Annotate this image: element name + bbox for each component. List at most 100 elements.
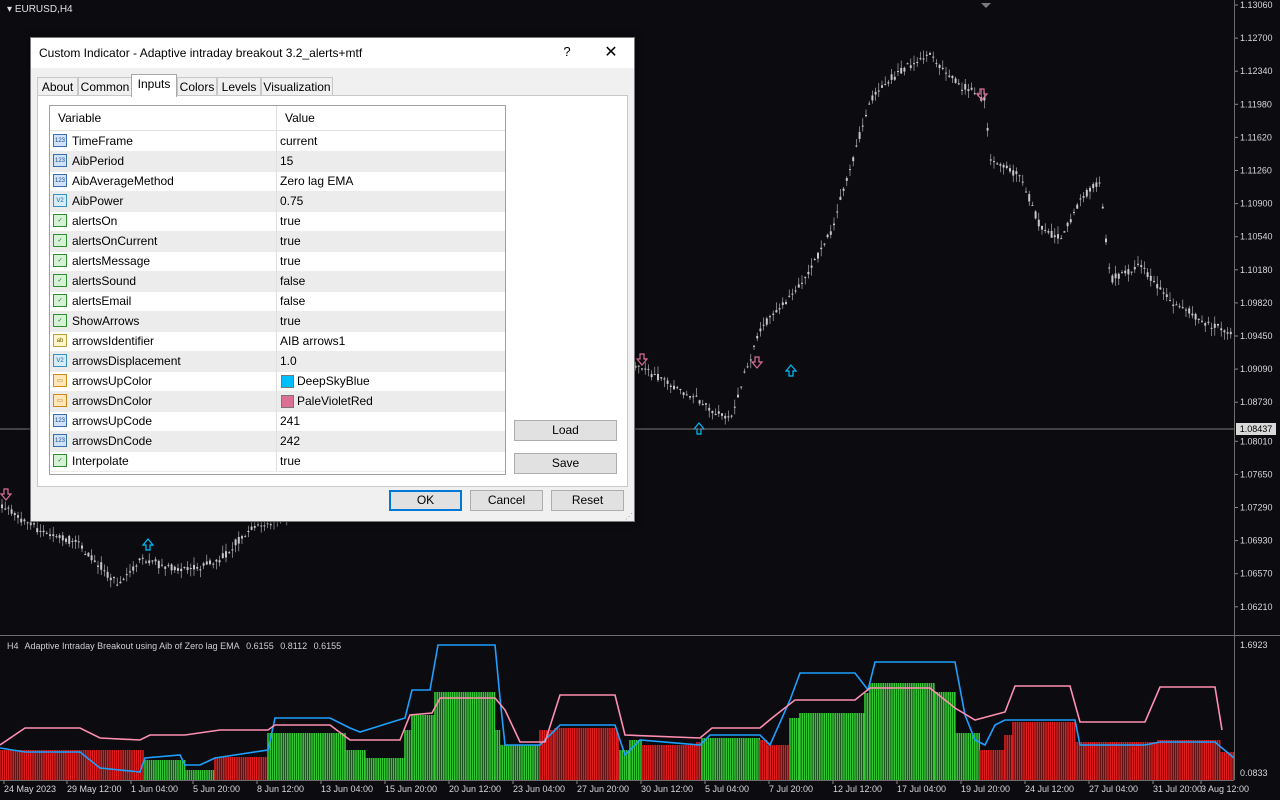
candle-body bbox=[1185, 309, 1187, 311]
candle-body bbox=[1009, 168, 1011, 172]
input-row-arrowsidentifier[interactable]: ab arrowsIdentifier AIB arrows1 bbox=[50, 331, 505, 352]
candle-body bbox=[116, 584, 119, 586]
column-header-variable[interactable]: Variable bbox=[58, 111, 101, 125]
cancel-button[interactable]: Cancel bbox=[470, 490, 543, 511]
variable-value[interactable]: Zero lag EMA bbox=[280, 174, 353, 188]
candle-body bbox=[87, 552, 90, 557]
candle-body bbox=[1012, 170, 1015, 176]
candle-body bbox=[170, 564, 173, 571]
variable-value[interactable]: PaleVioletRed bbox=[297, 394, 373, 408]
variable-value[interactable]: DeepSkyBlue bbox=[297, 374, 370, 388]
inputs-grid[interactable]: Variable Value 123 TimeFrame current 123 Aib… bbox=[49, 105, 506, 475]
variable-value[interactable]: true bbox=[280, 454, 301, 468]
candle-body bbox=[1041, 225, 1043, 230]
candle-body bbox=[26, 522, 29, 524]
candle-body bbox=[205, 561, 208, 565]
tab-levels[interactable]: Levels bbox=[217, 77, 261, 96]
date-tick-label: 19 Jul 20:00 bbox=[961, 784, 1010, 794]
tab-visualization[interactable]: Visualization bbox=[261, 77, 333, 96]
variable-value[interactable]: false bbox=[280, 294, 305, 308]
tab-inputs[interactable]: Inputs bbox=[131, 74, 177, 97]
variable-value[interactable]: 241 bbox=[280, 414, 300, 428]
input-row-arrowsdisplacement[interactable]: V2 arrowsDisplacement 1.0 bbox=[50, 351, 505, 372]
variable-value[interactable]: AIB arrows1 bbox=[280, 334, 345, 348]
input-row-aibaveragemethod[interactable]: 123 AibAverageMethod Zero lag EMA bbox=[50, 171, 505, 192]
price-tick-label: 1.09090 bbox=[1240, 364, 1273, 374]
tab-common[interactable]: Common bbox=[78, 77, 132, 96]
input-row-aibpower[interactable]: V2 AibPower 0.75 bbox=[50, 191, 505, 212]
variable-value[interactable]: true bbox=[280, 254, 301, 268]
candle-body bbox=[228, 552, 231, 554]
input-row-alertsmessage[interactable]: ✓ alertsMessage true bbox=[50, 251, 505, 272]
candle-body bbox=[826, 234, 829, 238]
dialog-title: Custom Indicator - Adaptive intraday bre… bbox=[39, 46, 363, 60]
candle-body bbox=[855, 145, 858, 147]
variable-name: TimeFrame bbox=[72, 134, 133, 148]
price-tick-label: 1.06930 bbox=[1240, 536, 1273, 546]
candle-body bbox=[730, 415, 733, 417]
bool-type-icon: ✓ bbox=[53, 314, 67, 327]
input-row-arrowsdncode[interactable]: 123 arrowsDnCode 242 bbox=[50, 431, 505, 452]
candle-body bbox=[1204, 323, 1207, 326]
chart-menu-icon[interactable]: ▾ bbox=[7, 4, 12, 15]
candle-body bbox=[1133, 266, 1136, 270]
variable-value[interactable]: 15 bbox=[280, 154, 293, 168]
variable-value[interactable]: 242 bbox=[280, 434, 300, 448]
input-row-alertsoncurrent[interactable]: ✓ alertsOnCurrent true bbox=[50, 231, 505, 252]
candle-body bbox=[100, 562, 103, 570]
save-button[interactable]: Save bbox=[514, 453, 617, 474]
input-row-timeframe[interactable]: 123 TimeFrame current bbox=[50, 131, 505, 152]
candle-body bbox=[237, 536, 240, 544]
input-row-alertson[interactable]: ✓ alertsOn true bbox=[50, 211, 505, 232]
input-row-interpolate[interactable]: ✓ Interpolate true bbox=[50, 451, 505, 472]
input-row-showarrows[interactable]: ✓ ShowArrows true bbox=[50, 311, 505, 332]
bool-type-icon: ✓ bbox=[53, 274, 67, 287]
color-swatch[interactable] bbox=[281, 395, 294, 408]
candle-body bbox=[1213, 323, 1216, 328]
scroll-marker-icon[interactable] bbox=[981, 3, 991, 8]
input-row-arrowsupcolor[interactable]: ▭ arrowsUpColor DeepSkyBlue bbox=[50, 371, 505, 392]
candle-body bbox=[692, 396, 695, 398]
load-button[interactable]: Load bbox=[514, 420, 617, 441]
candle-body bbox=[1034, 211, 1037, 219]
variable-value[interactable]: true bbox=[280, 234, 301, 248]
bool-type-icon: ✓ bbox=[53, 234, 67, 247]
sub-axis-top: 1.6923 bbox=[1240, 640, 1268, 650]
variable-value[interactable]: true bbox=[280, 314, 301, 328]
candle-body bbox=[1114, 273, 1117, 279]
candle-body bbox=[666, 380, 669, 384]
variable-name: Interpolate bbox=[72, 454, 129, 468]
price-tick-label: 1.07290 bbox=[1240, 503, 1273, 513]
input-row-alertsemail[interactable]: ✓ alertsEmail false bbox=[50, 291, 505, 312]
ok-button[interactable]: OK bbox=[389, 490, 462, 511]
dialog-title-bar[interactable]: Custom Indicator - Adaptive intraday bre… bbox=[31, 38, 634, 68]
variable-value[interactable]: 0.75 bbox=[280, 194, 303, 208]
candle-body bbox=[260, 525, 263, 527]
candle-body bbox=[167, 564, 170, 566]
variable-value[interactable]: 1.0 bbox=[280, 354, 297, 368]
candle-body bbox=[1137, 263, 1139, 265]
candle-body bbox=[1063, 231, 1066, 233]
candle-body bbox=[1092, 183, 1095, 189]
input-row-alertssound[interactable]: ✓ alertsSound false bbox=[50, 271, 505, 292]
input-row-arrowsupcode[interactable]: 123 arrowsUpCode 241 bbox=[50, 411, 505, 432]
variable-value[interactable]: true bbox=[280, 214, 301, 228]
price-tick-label: 1.12340 bbox=[1240, 66, 1273, 76]
candle-body bbox=[759, 328, 762, 332]
input-row-aibperiod[interactable]: 123 AibPeriod 15 bbox=[50, 151, 505, 172]
candle-body bbox=[1124, 270, 1127, 274]
variable-value[interactable]: false bbox=[280, 274, 305, 288]
reset-button[interactable]: Reset bbox=[551, 490, 624, 511]
candle-body bbox=[1226, 332, 1229, 334]
color-swatch[interactable] bbox=[281, 375, 294, 388]
variable-name: arrowsDisplacement bbox=[72, 354, 181, 368]
input-row-arrowsdncolor[interactable]: ▭ arrowsDnColor PaleVioletRed bbox=[50, 391, 505, 412]
candle-body bbox=[762, 324, 765, 326]
close-icon[interactable]: ✕ bbox=[601, 42, 621, 62]
column-header-value[interactable]: Value bbox=[285, 111, 315, 125]
tab-colors[interactable]: Colors bbox=[177, 77, 217, 96]
tab-about[interactable]: About bbox=[37, 77, 78, 96]
variable-value[interactable]: current bbox=[280, 134, 317, 148]
help-icon[interactable]: ? bbox=[557, 44, 577, 62]
resize-grip-icon[interactable]: ⋰ bbox=[625, 512, 633, 521]
